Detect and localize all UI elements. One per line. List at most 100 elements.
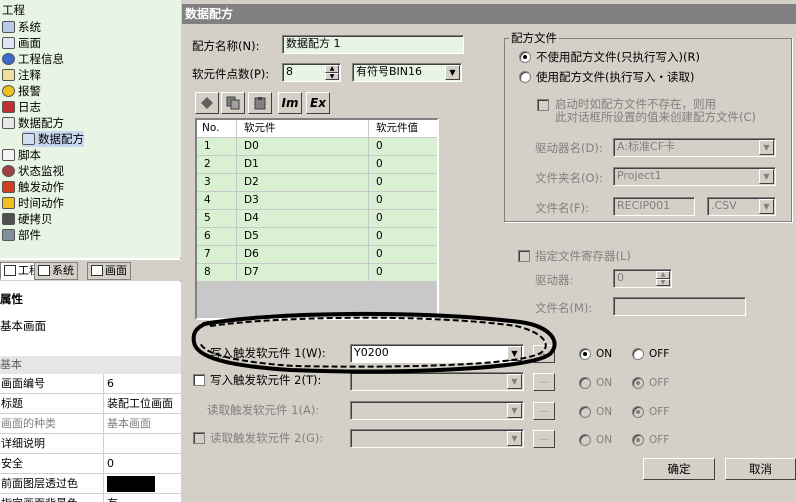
- read-trigger-2-select[interactable]: ▼: [350, 429, 524, 448]
- cell-value[interactable]: 0: [369, 246, 437, 264]
- cell-no[interactable]: 5: [197, 210, 237, 228]
- col-header-device[interactable]: 软元件: [237, 120, 369, 138]
- read-trigger-2-checkbox[interactable]: [193, 432, 205, 444]
- chevron-down-icon[interactable]: ▼: [445, 65, 460, 80]
- tree-item-recipe[interactable]: 数据配方: [2, 115, 64, 131]
- export-button[interactable]: Ex: [306, 92, 330, 114]
- no-file-radio[interactable]: [519, 51, 531, 63]
- drive-select[interactable]: A:标准CF卡 ▼: [613, 138, 776, 157]
- spin-down-icon[interactable]: ▼: [325, 72, 339, 80]
- read-trigger-1-off-radio[interactable]: [632, 406, 644, 418]
- tree-item-trigger-action[interactable]: 触发动作: [2, 179, 64, 195]
- write-trigger-1-on-radio[interactable]: [579, 348, 591, 360]
- table-row[interactable]: 8 D7 0: [197, 264, 437, 282]
- recipe-table[interactable]: No. 软元件 软元件值 1 D0 0 2 D1 0 3 D2 0 4 D3 0 5 D4 0 6 D5 0 7 D6…: [195, 118, 439, 320]
- tab-system[interactable]: 系统: [34, 262, 78, 280]
- table-row[interactable]: 4 D3 0: [197, 192, 437, 210]
- table-row[interactable]: 3 D2 0: [197, 174, 437, 192]
- prop-row[interactable]: 标题 装配工位画面: [0, 394, 181, 414]
- prop-row[interactable]: 指定画面背景色有: [0, 494, 181, 502]
- chevron-down-icon[interactable]: ▼: [507, 431, 522, 446]
- register-drive-stepper[interactable]: 0 ▲ ▼: [613, 269, 672, 288]
- table-row[interactable]: 7 D6 0: [197, 246, 437, 264]
- table-row[interactable]: 6 D5 0: [197, 228, 437, 246]
- data-type-select[interactable]: 有符号BIN16 ▼: [352, 63, 462, 82]
- cell-no[interactable]: 1: [197, 138, 237, 156]
- prop-row[interactable]: 画面编号 6: [0, 374, 181, 394]
- import-button[interactable]: Im: [278, 92, 302, 114]
- points-spin[interactable]: ▲ ▼: [325, 65, 339, 80]
- ok-button[interactable]: 确定: [643, 458, 715, 480]
- tree-item-comment[interactable]: 注释: [2, 67, 41, 83]
- table-row[interactable]: 1 D0 0: [197, 138, 437, 156]
- tree-item-part[interactable]: 部件: [2, 227, 41, 243]
- tree-root[interactable]: 工程: [2, 2, 25, 18]
- table-row[interactable]: 5 D4 0: [197, 210, 437, 228]
- cell-no[interactable]: 7: [197, 246, 237, 264]
- cell-device[interactable]: D6: [237, 246, 369, 264]
- cell-no[interactable]: 4: [197, 192, 237, 210]
- cell-device[interactable]: D0: [237, 138, 369, 156]
- cell-value[interactable]: 0: [369, 264, 437, 282]
- tree-item-alarm[interactable]: 报警: [2, 83, 41, 99]
- cell-value[interactable]: 0: [369, 228, 437, 246]
- cell-device[interactable]: D1: [237, 156, 369, 174]
- prop-row[interactable]: 安全 0: [0, 454, 181, 474]
- write-trigger-1-off-radio[interactable]: [632, 348, 644, 360]
- cell-device[interactable]: D2: [237, 174, 369, 192]
- cell-no[interactable]: 8: [197, 264, 237, 282]
- cell-device[interactable]: D7: [237, 264, 369, 282]
- folder-select[interactable]: Project1 ▼: [613, 167, 776, 186]
- cell-value[interactable]: 0: [369, 210, 437, 228]
- chevron-down-icon[interactable]: ▼: [759, 140, 774, 155]
- cancel-button[interactable]: 取消: [725, 458, 796, 480]
- tree-item-status-monitor[interactable]: 状态监视: [2, 163, 64, 179]
- file-name-input[interactable]: RECIP001: [613, 197, 695, 216]
- register-file-input[interactable]: [613, 297, 746, 316]
- tree-item-time-action[interactable]: 时间动作: [2, 195, 64, 211]
- cell-no[interactable]: 2: [197, 156, 237, 174]
- tree-item-system[interactable]: 系统: [2, 19, 41, 35]
- cell-value[interactable]: 0: [369, 174, 437, 192]
- chevron-down-icon[interactable]: ▼: [759, 199, 774, 214]
- cell-device[interactable]: D4: [237, 210, 369, 228]
- read-trigger-2-browse[interactable]: ...: [533, 430, 555, 448]
- read-trigger-2-on-radio[interactable]: [579, 434, 591, 446]
- prop-row[interactable]: 前面图层透过色: [0, 474, 181, 494]
- tree-item-recipe-1[interactable]: 数据配方: [22, 131, 84, 147]
- read-trigger-1-select[interactable]: ▼: [350, 401, 524, 420]
- spin-up-icon[interactable]: ▲: [656, 271, 670, 279]
- chevron-down-icon[interactable]: ▼: [759, 169, 774, 184]
- write-trigger-2-off-radio[interactable]: [632, 377, 644, 389]
- table-row[interactable]: 2 D1 0: [197, 156, 437, 174]
- file-ext-select[interactable]: .CSV ▼: [707, 197, 776, 216]
- read-trigger-1-browse[interactable]: ...: [533, 402, 555, 420]
- tree-item-script[interactable]: 脚本: [2, 147, 41, 163]
- tree-item-project-info[interactable]: 工程信息: [2, 51, 64, 67]
- tab-screen[interactable]: 画面: [87, 262, 131, 280]
- cell-value[interactable]: 0: [369, 156, 437, 174]
- cell-device[interactable]: D3: [237, 192, 369, 210]
- cell-value[interactable]: 0: [369, 138, 437, 156]
- read-trigger-2-off-radio[interactable]: [632, 434, 644, 446]
- color-swatch[interactable]: [107, 476, 155, 492]
- col-header-value[interactable]: 软元件值: [369, 120, 437, 138]
- recipe-name-input[interactable]: 数据配方 1: [282, 35, 464, 54]
- spin-up-icon[interactable]: ▲: [325, 65, 339, 73]
- cell-device[interactable]: D5: [237, 228, 369, 246]
- cell-no[interactable]: 3: [197, 174, 237, 192]
- create-file-checkbox[interactable]: [537, 99, 549, 111]
- spin-down-icon[interactable]: ▼: [656, 278, 670, 286]
- cell-no[interactable]: 6: [197, 228, 237, 246]
- tree-item-screen[interactable]: 画面: [2, 35, 41, 51]
- tree-item-hardcopy[interactable]: 硬拷贝: [2, 211, 53, 227]
- device-points-stepper[interactable]: 8 ▲ ▼: [282, 63, 341, 82]
- edit-tool-button[interactable]: [195, 92, 219, 114]
- use-file-radio[interactable]: [519, 71, 531, 83]
- chevron-down-icon[interactable]: ▼: [507, 403, 522, 418]
- write-trigger-2-on-radio[interactable]: [579, 377, 591, 389]
- tree-item-log[interactable]: 日志: [2, 99, 41, 115]
- col-header-no[interactable]: No.: [197, 120, 237, 138]
- chevron-down-icon[interactable]: ▼: [507, 374, 522, 389]
- paste-button[interactable]: [248, 92, 272, 114]
